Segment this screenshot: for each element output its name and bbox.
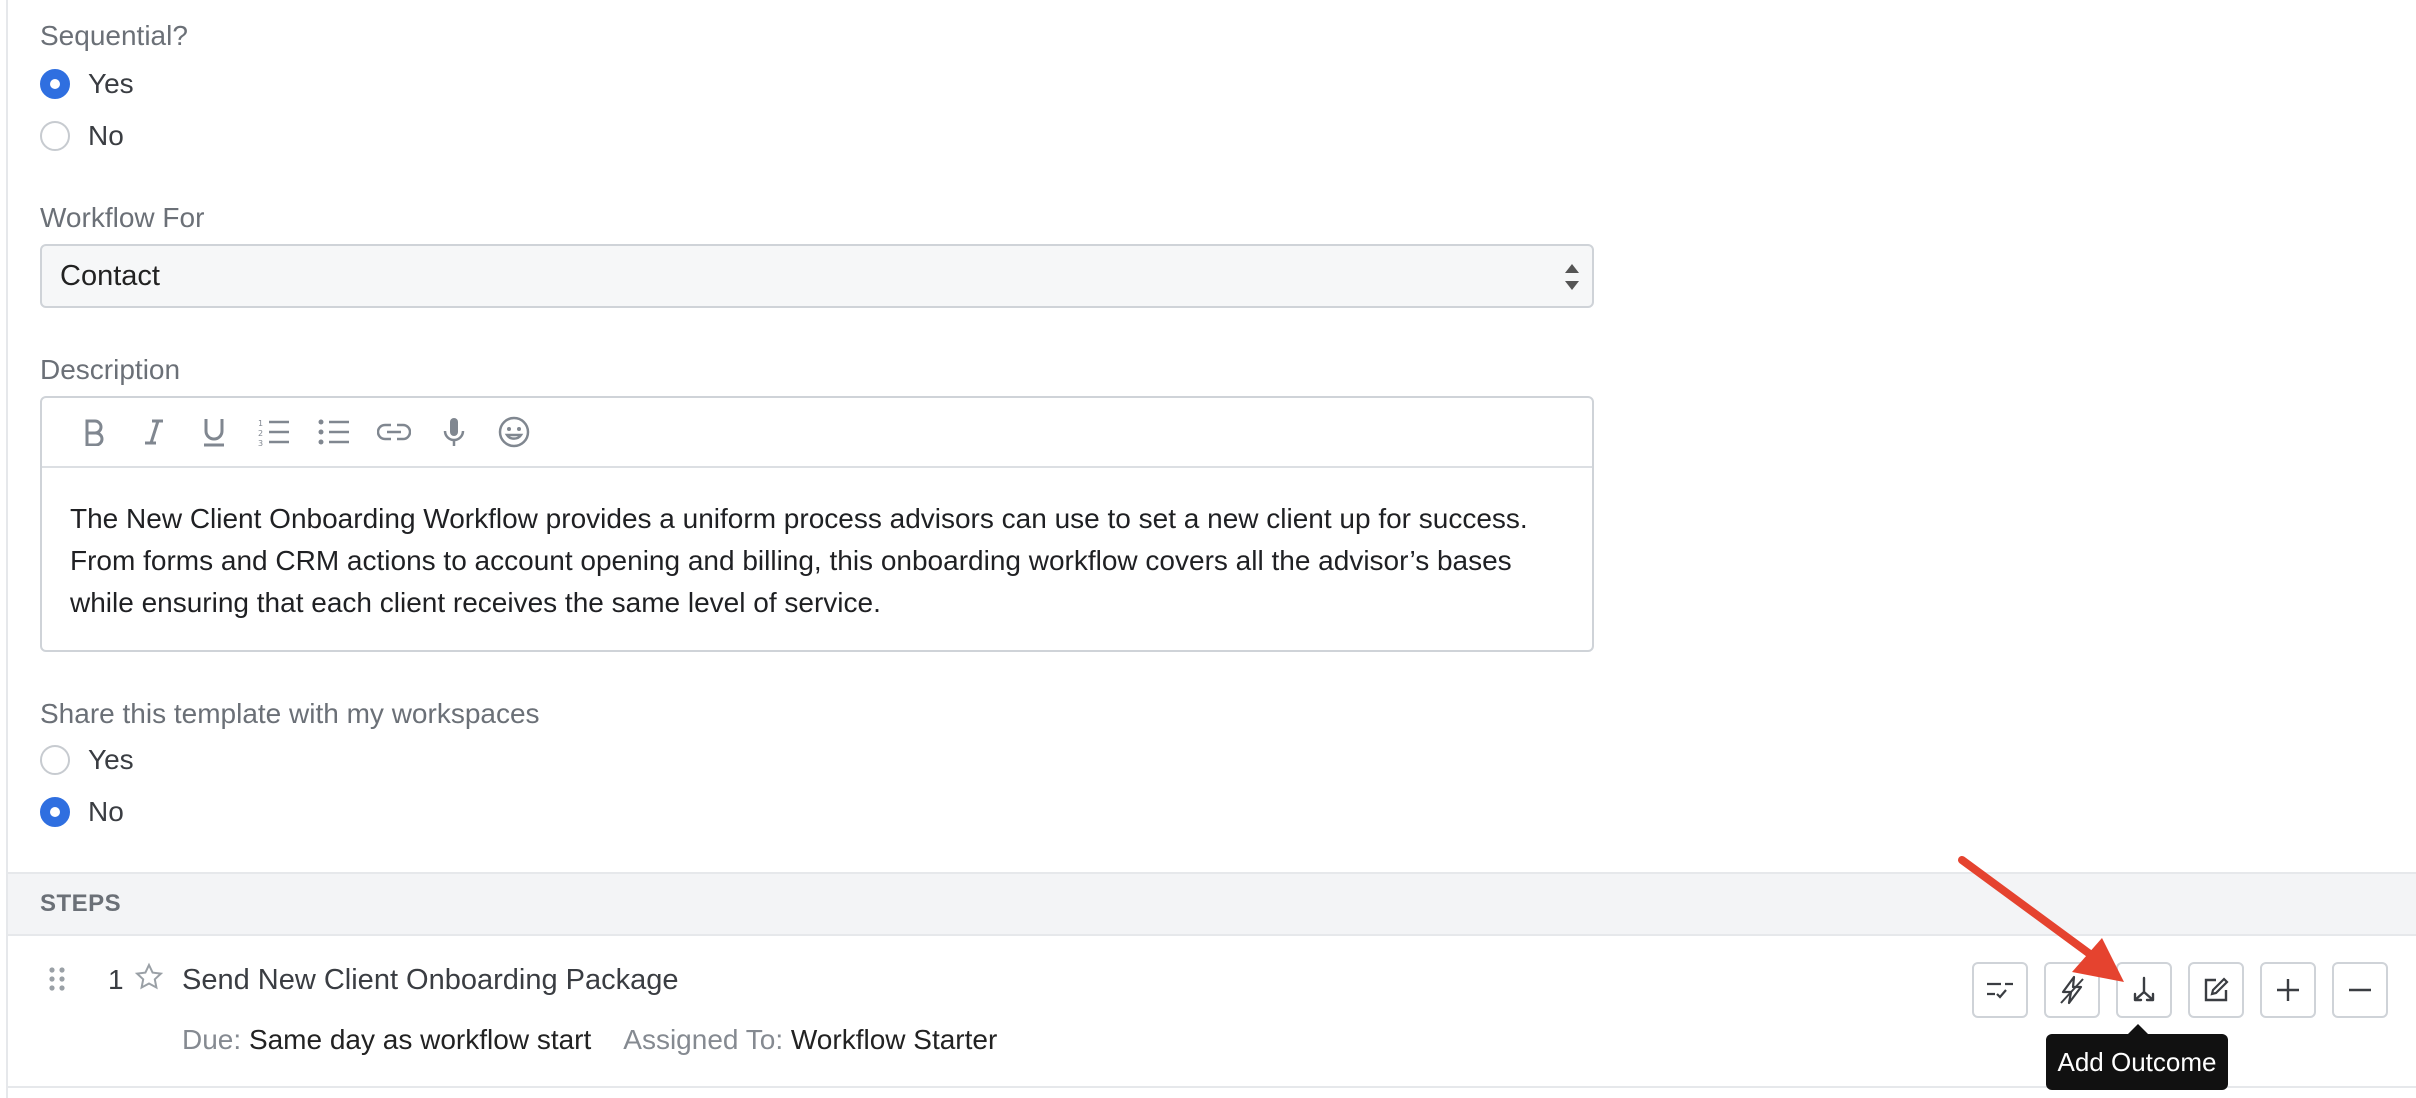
- share-no-radio[interactable]: [40, 797, 70, 827]
- share-no-option[interactable]: No: [40, 792, 124, 832]
- share-label: Share this template with my workspaces: [40, 698, 540, 729]
- workflow-for-select[interactable]: Contact: [40, 244, 1594, 308]
- annotation-arrow-icon: [1958, 856, 2124, 982]
- step-meta: Due: Same day as workflow start Assigned…: [182, 1024, 997, 1056]
- link-icon[interactable]: [364, 407, 424, 457]
- description-label: Description: [40, 354, 181, 385]
- assigned-value: Workflow Starter: [790, 1024, 998, 1055]
- workflow-for-label: Workflow For: [40, 202, 205, 233]
- edit-icon: [2204, 977, 2229, 1002]
- workflow-template-form: Sequential? Yes No Workflow For Contact …: [6, 0, 2416, 1098]
- sequential-yes-option[interactable]: Yes: [40, 64, 134, 104]
- due-value: Same day as workflow start: [248, 1024, 592, 1055]
- bullet-list-icon[interactable]: [304, 407, 364, 457]
- description-editor[interactable]: 123 The New Client Onboarding Workflow p…: [40, 396, 1594, 652]
- sequential-yes-radio[interactable]: [40, 69, 70, 99]
- due-label: Due:: [182, 1024, 242, 1055]
- description-text[interactable]: The New Client Onboarding Workflow provi…: [42, 468, 1592, 654]
- share-no-label: No: [88, 796, 124, 827]
- emoji-icon[interactable]: [484, 407, 544, 457]
- svg-text:1: 1: [258, 419, 263, 428]
- add-step-button[interactable]: [2260, 962, 2316, 1018]
- step-number: 1: [108, 964, 124, 995]
- step-due: Due: Same day as workflow start: [182, 1024, 591, 1056]
- sequential-label: Sequential?: [40, 20, 188, 51]
- remove-step-button[interactable]: [2332, 962, 2388, 1018]
- step-assigned: Assigned To: Workflow Starter: [623, 1024, 997, 1056]
- editor-toolbar: 123: [42, 398, 1592, 468]
- share-yes-label: Yes: [88, 744, 134, 775]
- sequential-no-radio[interactable]: [40, 121, 70, 151]
- star-icon[interactable]: [134, 962, 164, 997]
- assigned-label: Assigned To:: [623, 1024, 784, 1055]
- step-title[interactable]: Send New Client Onboarding Package: [182, 964, 679, 997]
- drag-handle-icon[interactable]: [48, 966, 66, 997]
- workflow-for-value: Contact: [60, 259, 160, 292]
- add-outcome-tooltip: Add Outcome: [2046, 1024, 2228, 1090]
- svg-text:2: 2: [258, 429, 263, 438]
- share-yes-radio[interactable]: [40, 745, 70, 775]
- sequential-yes-label: Yes: [88, 68, 134, 99]
- underline-icon[interactable]: [184, 407, 244, 457]
- svg-text:3: 3: [258, 439, 263, 446]
- select-arrows-icon: [1564, 264, 1580, 290]
- share-yes-option[interactable]: Yes: [40, 740, 134, 780]
- minus-icon: [2349, 988, 2371, 992]
- microphone-icon[interactable]: [424, 407, 484, 457]
- italic-icon[interactable]: [124, 407, 184, 457]
- sequential-no-label: No: [88, 120, 124, 151]
- sequential-no-option[interactable]: No: [40, 116, 124, 156]
- bold-icon[interactable]: [64, 407, 124, 457]
- edit-button[interactable]: [2188, 962, 2244, 1018]
- plus-icon: [2277, 979, 2299, 1001]
- ordered-list-icon[interactable]: 123: [244, 407, 304, 457]
